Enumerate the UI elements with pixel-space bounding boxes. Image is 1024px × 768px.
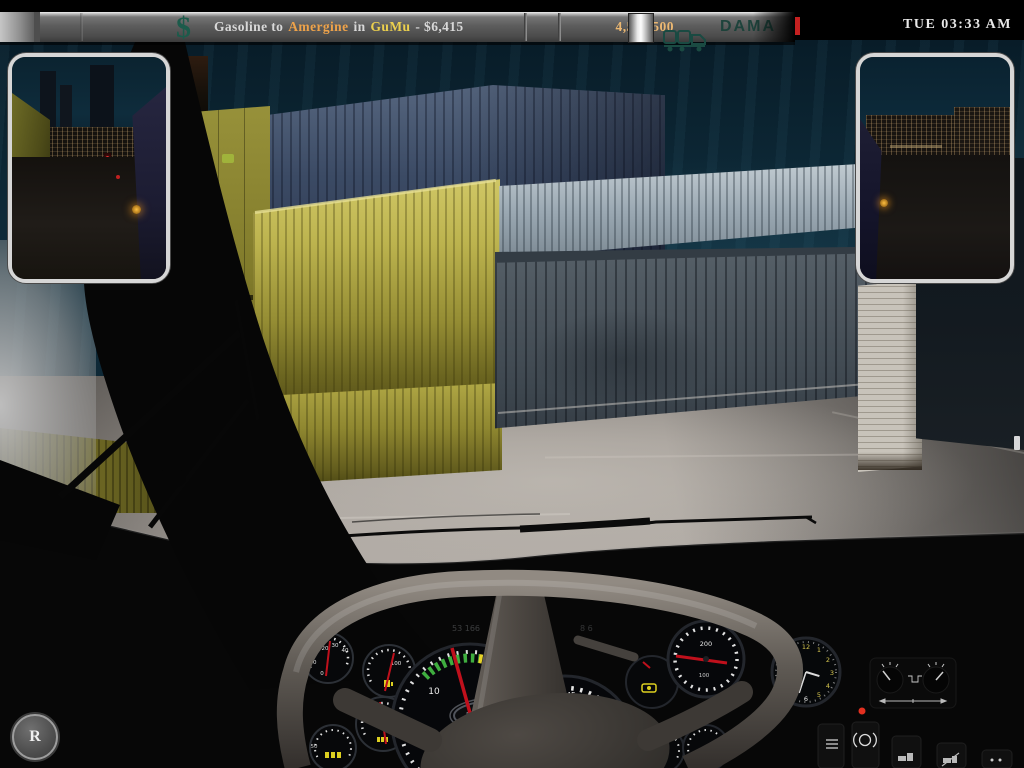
truck-trailer-damage-icon	[662, 28, 712, 54]
red-indicator-led	[859, 708, 866, 715]
mirror-arm-joint	[158, 468, 186, 488]
odometer-display-2: 8 6	[580, 624, 593, 633]
money-dollar-icon: $	[176, 11, 191, 45]
axle-gauge: 50	[310, 725, 356, 768]
svg-text:4: 4	[826, 682, 830, 690]
trailer-load-panel	[870, 658, 956, 708]
bar-left-cap	[0, 12, 34, 42]
hud-top-bar: $ Gasoline to Amergine in GuMu - $6,415 …	[0, 12, 795, 42]
current-job-text: Gasoline to Amergine in GuMu - $6,415	[214, 12, 464, 42]
job-prefix: Gasoline to	[214, 19, 283, 35]
job-destination: Amergine	[288, 19, 348, 35]
svg-text:40: 40	[342, 648, 349, 654]
axle-icon	[325, 752, 341, 758]
game-screen: 53 166 8 6 -10 0 20 30 40 100	[0, 0, 1024, 768]
svg-text:5: 5	[817, 691, 821, 699]
game-clock-text: TUE 03:33 AM	[903, 17, 1012, 33]
switch-axle[interactable]	[937, 743, 966, 768]
odometer-display: 53 166	[452, 624, 480, 633]
reverse-radio-button[interactable]: R	[12, 714, 58, 760]
left-mir ror	[8, 53, 170, 283]
bar-divider	[558, 13, 561, 41]
bar-divider	[80, 13, 83, 41]
job-payment: - $6,415	[415, 19, 463, 35]
right-mirror	[856, 53, 1014, 283]
switch-aux[interactable]	[982, 750, 1012, 768]
job-connector: in	[353, 19, 365, 35]
job-city: GuMu	[371, 19, 411, 35]
svg-text:2: 2	[826, 656, 830, 664]
left-mirror-view	[12, 57, 166, 279]
svg-text:30: 30	[332, 643, 339, 649]
mirror-amber-lamp	[132, 205, 141, 214]
mirror-lit-strip	[890, 145, 942, 148]
svg-text:100: 100	[699, 673, 710, 679]
bar-divider	[524, 13, 527, 41]
svg-text:1: 1	[817, 646, 821, 654]
mirror-tail-light	[116, 175, 120, 179]
switch-lights[interactable]	[818, 724, 844, 768]
svg-text:0: 0	[320, 671, 324, 677]
svg-text:3: 3	[830, 669, 834, 677]
svg-text:12: 12	[802, 643, 810, 651]
svg-text:10: 10	[428, 687, 440, 697]
mirror-ground	[860, 155, 1010, 279]
right-mirror-view	[860, 57, 1010, 279]
bar-cap-edge	[34, 12, 40, 42]
mirror-amber-lamp	[880, 199, 888, 207]
svg-text:50: 50	[311, 744, 318, 750]
red-tick-indicator	[795, 17, 800, 35]
svg-text:200: 200	[700, 640, 712, 648]
mirror-building	[954, 107, 1010, 155]
bar-slider-handle[interactable]	[628, 13, 654, 43]
svg-text:6: 6	[804, 695, 808, 703]
switch-trailer[interactable]	[892, 736, 921, 768]
bar-right-fade	[753, 12, 795, 42]
